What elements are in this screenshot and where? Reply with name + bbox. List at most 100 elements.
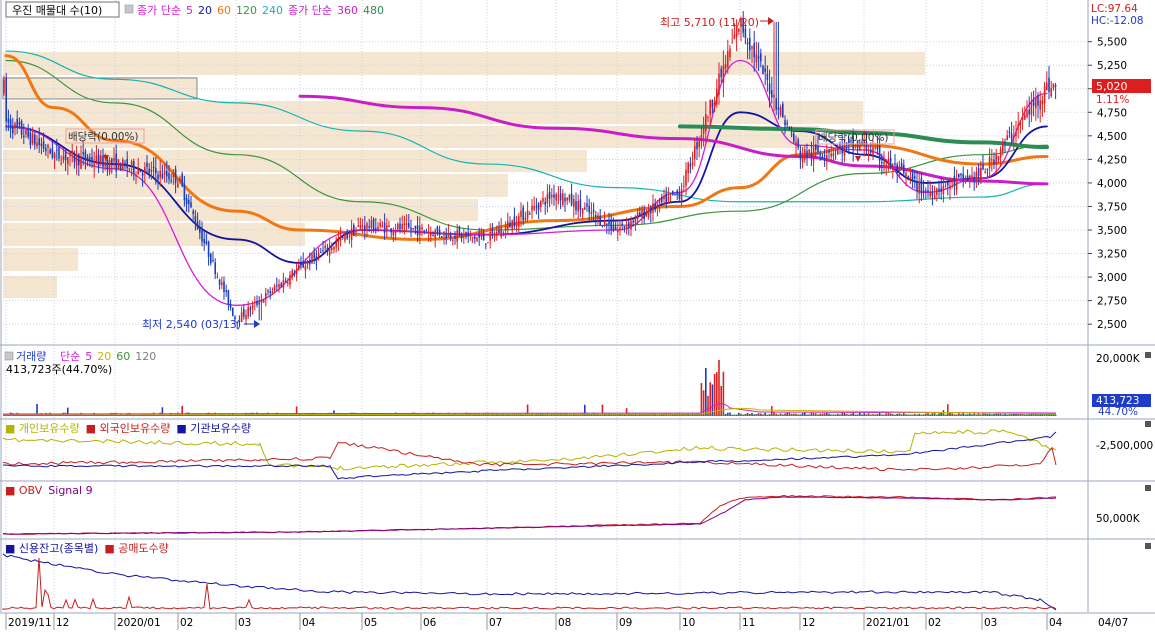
candle-body — [643, 210, 645, 220]
candle-body — [942, 185, 945, 195]
candle-body — [947, 182, 949, 186]
candle-body — [590, 211, 593, 214]
candle-body — [766, 73, 769, 81]
candle-body — [427, 232, 430, 234]
candle-body — [476, 237, 478, 242]
candle-body — [1037, 95, 1039, 106]
volume-profile-bar — [3, 174, 508, 197]
candle-body — [113, 158, 115, 162]
candle-body — [438, 230, 441, 236]
candle-body — [797, 139, 799, 148]
volume-profile-bar — [3, 52, 925, 75]
candle-body — [689, 163, 692, 167]
candle-body — [29, 132, 32, 146]
candle-body — [773, 94, 775, 98]
candle-body — [344, 233, 346, 241]
candle-body — [936, 188, 938, 196]
candle-body — [509, 222, 511, 228]
candle-body — [1043, 86, 1046, 104]
volume-bar — [771, 406, 773, 416]
candle-body — [645, 213, 648, 216]
candle-body — [177, 183, 179, 188]
candle-body — [905, 172, 907, 177]
candle-body — [276, 285, 278, 287]
candle-body — [366, 223, 368, 229]
candle-body — [628, 222, 630, 228]
candle-body — [546, 194, 549, 204]
candle-body — [89, 157, 91, 160]
candle-body — [584, 207, 586, 210]
candle-body — [454, 236, 456, 239]
legend-item: ■ 외국인보유수량 — [86, 422, 171, 435]
candle-body — [284, 280, 287, 282]
candle-body — [597, 215, 599, 220]
x-tick-label: 03 — [238, 617, 251, 629]
candle-body — [573, 199, 575, 208]
candle-body — [240, 312, 243, 323]
candle-body — [64, 152, 67, 161]
candle-body — [1050, 88, 1052, 97]
candle-body — [357, 225, 359, 227]
low-label: 최저 2,540 (03/13) — [142, 318, 241, 331]
candle-body — [784, 120, 786, 126]
candle-body — [870, 149, 872, 153]
y-tick-label: 4,250 — [1097, 154, 1127, 166]
y-tick-label: 3,000 — [1097, 272, 1127, 284]
candle-body — [832, 153, 835, 157]
candle-body — [751, 46, 753, 49]
candle-body — [577, 201, 579, 212]
candle-body — [962, 173, 964, 179]
volume-title: 거래량 — [16, 350, 46, 363]
candle-body — [469, 234, 472, 236]
candle-body — [313, 252, 315, 258]
candle-body — [192, 211, 194, 215]
chart-canvas[interactable]: 2,500 2,750 3,000 3,250 3,500 3,750 4,000 4,250… — [0, 0, 1155, 632]
candle-body — [786, 122, 788, 125]
candle-body — [166, 170, 168, 177]
candle-body — [687, 162, 689, 174]
candle-body — [636, 212, 639, 220]
legend-item: 120 — [135, 350, 156, 363]
candle-body — [883, 162, 885, 165]
candle-body — [722, 65, 725, 83]
y-tick-label: 3,250 — [1097, 249, 1127, 261]
candle-body — [707, 117, 709, 119]
candle-body — [139, 170, 142, 173]
legend-item: 360 — [337, 4, 358, 17]
candle-body — [183, 184, 186, 201]
volume-bar — [709, 382, 711, 416]
candle-body — [201, 230, 203, 242]
candle-body — [933, 195, 936, 200]
candle-body — [570, 193, 573, 205]
candle-body — [100, 155, 102, 164]
candle-body — [553, 194, 555, 198]
candle-body — [260, 299, 263, 303]
volume-bar — [705, 368, 707, 416]
candle-body — [20, 121, 23, 135]
candle-body — [526, 210, 529, 219]
candle-body — [755, 54, 758, 63]
candle-body — [537, 203, 540, 210]
candle-body — [980, 167, 982, 180]
candle-body — [381, 225, 384, 227]
candle-body — [51, 148, 54, 158]
candle-body — [3, 79, 5, 93]
candle-body — [108, 160, 111, 173]
candle-body — [529, 213, 531, 215]
candle-body — [1035, 97, 1037, 109]
volume-sub: 413,723주(44.70%) — [6, 363, 112, 376]
candle-body — [691, 162, 694, 165]
candle-body — [799, 150, 802, 159]
volume-ma60-line — [2, 414, 1057, 416]
candle-body — [551, 195, 553, 197]
candle-body — [9, 119, 12, 129]
candle-body — [771, 90, 773, 98]
candle-body — [958, 174, 960, 178]
x-tick-label: 04 — [1049, 617, 1063, 629]
candle-body — [696, 142, 698, 150]
candle-body — [199, 227, 201, 233]
candle-body — [724, 63, 727, 69]
candle-body — [511, 220, 513, 229]
candle-body — [181, 173, 183, 186]
candle-body — [383, 222, 386, 233]
